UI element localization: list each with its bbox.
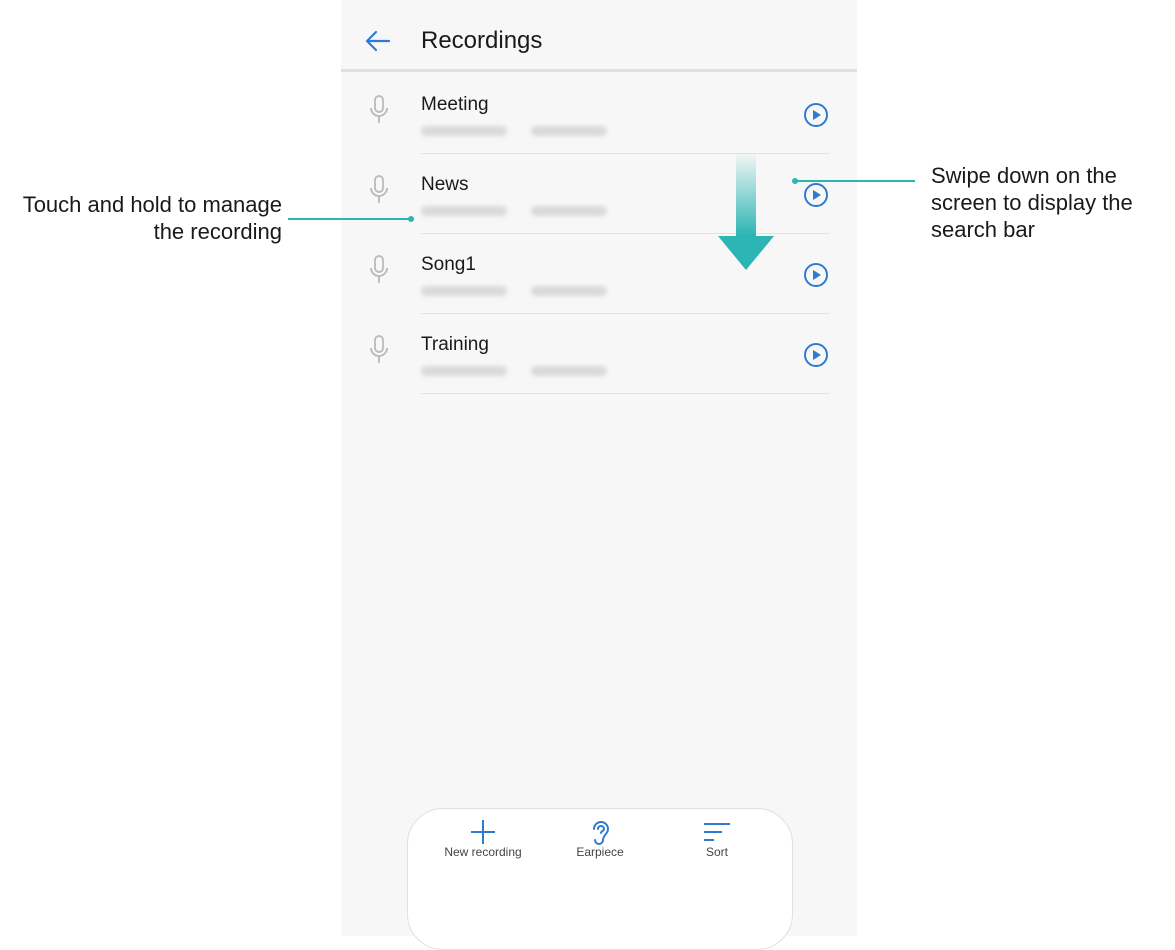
sort-lines-icon — [704, 823, 730, 841]
microphone-icon — [370, 175, 388, 203]
page-title: Recordings — [421, 27, 543, 54]
back-arrow-icon[interactable] — [363, 26, 393, 56]
swipe-down-arrow-icon — [718, 152, 774, 270]
callout-swipe-down: Swipe down on the screen to display the … — [931, 163, 1133, 242]
new-recording-label: New recording — [444, 845, 522, 859]
recording-item-training[interactable]: Training — [341, 314, 857, 394]
recording-name: Training — [421, 334, 489, 355]
play-icon[interactable] — [803, 182, 829, 208]
app-header: Recordings — [341, 0, 857, 70]
recording-name: News — [421, 174, 469, 195]
play-icon[interactable] — [803, 262, 829, 288]
microphone-icon — [370, 335, 388, 363]
callout-dot-right — [792, 178, 798, 184]
new-recording-button[interactable]: New recording — [428, 809, 538, 869]
recording-details-blurred — [421, 126, 621, 136]
bottom-action-bar: New recording Earpiece Sort — [407, 808, 793, 950]
recording-item-news[interactable]: News — [341, 154, 857, 234]
recording-details-blurred — [421, 286, 621, 296]
recording-item-song1[interactable]: Song1 — [341, 234, 857, 314]
callout-leader-left — [288, 218, 412, 220]
earpiece-button[interactable]: Earpiece — [545, 809, 655, 869]
callout-leader-right — [795, 180, 915, 182]
microphone-icon — [370, 255, 388, 283]
sort-button[interactable]: Sort — [662, 809, 772, 869]
recorder-screen: Recordings Meeting News Song1 Training N… — [341, 0, 857, 950]
callout-touch-hold: Touch and hold to manage the recording — [22, 192, 282, 244]
header-divider — [341, 69, 857, 72]
recording-name: Song1 — [421, 254, 476, 275]
sort-label: Sort — [705, 845, 728, 859]
play-icon[interactable] — [803, 102, 829, 128]
recording-name: Meeting — [421, 94, 489, 115]
earpiece-label: Earpiece — [576, 845, 624, 859]
recording-details-blurred — [421, 366, 621, 376]
recording-details-blurred — [421, 206, 621, 216]
microphone-icon — [370, 95, 388, 123]
row-divider — [421, 393, 829, 394]
callout-dot-left — [408, 216, 414, 222]
ear-icon — [593, 821, 610, 845]
play-icon[interactable] — [803, 342, 829, 368]
plus-icon — [471, 820, 495, 844]
recording-item-meeting[interactable]: Meeting — [341, 74, 857, 154]
